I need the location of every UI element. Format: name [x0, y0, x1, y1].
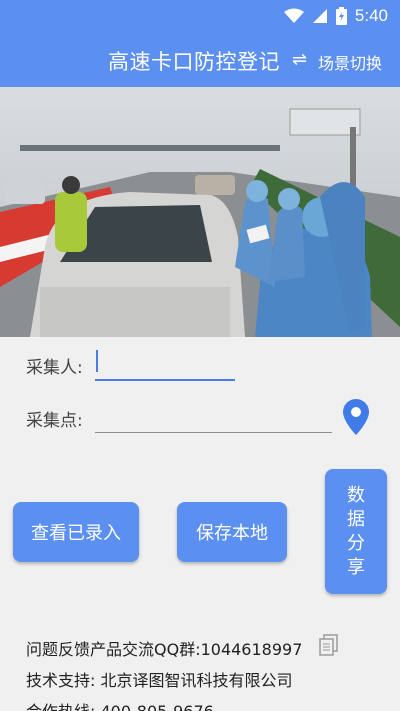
checkpoint-photo [0, 87, 400, 337]
share-char-3: 分 [347, 532, 365, 554]
collector-underline [95, 379, 235, 381]
app-bar: 高速卡口防控登记 ⇌ 场景切换 [0, 32, 400, 87]
page-title: 高速卡口防控登记 [108, 50, 280, 74]
battery-icon [335, 7, 347, 25]
switch-arrows-icon[interactable]: ⇌ [292, 49, 307, 70]
share-char-4: 享 [347, 556, 365, 578]
save-local-button[interactable]: 保存本地 [177, 502, 287, 562]
view-records-button[interactable]: 查看已录入 [13, 502, 139, 562]
signal-icon [312, 9, 327, 23]
save-local-label: 保存本地 [196, 523, 268, 544]
status-time: 5:40 [354, 6, 388, 25]
scene-switch-button[interactable]: 场景切换 [318, 50, 382, 74]
hotline-text[interactable]: 合作热线: 400-805-9676 [26, 698, 214, 711]
map-pin-icon[interactable] [343, 399, 369, 435]
text-cursor [96, 350, 98, 372]
collector-label: 采集人: [26, 358, 83, 378]
status-bar: 5:40 [0, 0, 400, 32]
tech-support-text: 技术支持: 北京译图智讯科技有限公司 [26, 671, 293, 690]
location-underline [95, 432, 332, 433]
wifi-icon [283, 8, 304, 23]
share-data-button[interactable]: 数 据 分 享 [325, 469, 387, 594]
view-records-label: 查看已录入 [31, 523, 121, 544]
share-char-1: 数 [347, 484, 365, 506]
location-label: 采集点: [26, 411, 83, 431]
qq-group-text: 问题反馈产品交流QQ群:1044618997 [26, 640, 303, 659]
share-char-2: 据 [347, 508, 365, 530]
collector-input[interactable] [95, 346, 235, 382]
location-input[interactable] [95, 400, 332, 434]
copy-icon[interactable] [318, 634, 340, 656]
status-icons: 5:40 [283, 6, 388, 26]
